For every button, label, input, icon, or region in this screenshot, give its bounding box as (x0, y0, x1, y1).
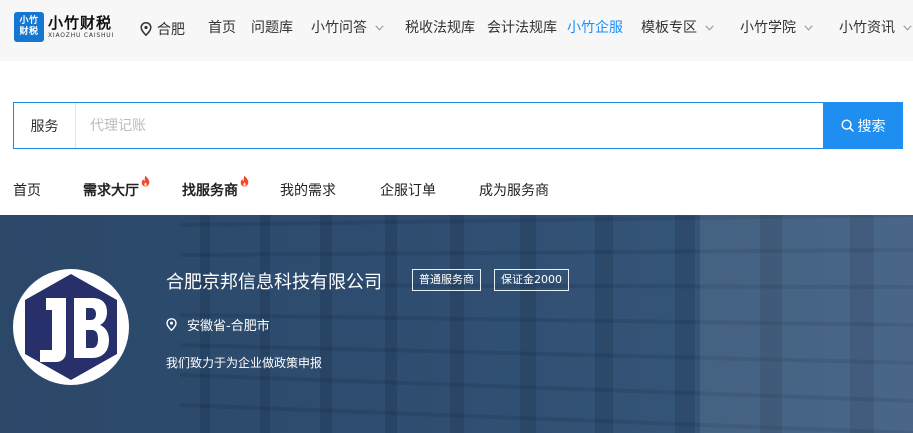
search-category-selector[interactable]: 服务 (14, 103, 76, 148)
provider-type-badge: 普通服务商 (412, 269, 481, 291)
subnav-home[interactable]: 首页 (13, 182, 41, 200)
company-banner: 合肥京邦信息科技有限公司 普通服务商 保证金2000 安徽省-合肥市 我们致力于… (0, 215, 913, 433)
search-button-label: 搜索 (857, 118, 886, 135)
search-button[interactable]: 搜索 (823, 102, 903, 149)
logo-text: 小竹财税 XIAOZHU CAISHUI (48, 14, 114, 40)
nav-academy[interactable]: 小竹学院 (740, 19, 813, 37)
subnav-service-orders-label: 企服订单 (380, 183, 436, 199)
nav-tax-law[interactable]: 税收法规库 (405, 19, 475, 37)
company-logo-mark (25, 274, 117, 380)
subnav-demand-hall[interactable]: 需求大厅 (83, 175, 150, 200)
chevron-down-icon (375, 25, 384, 31)
nav-accounting-law-label: 会计法规库 (487, 20, 557, 36)
nav-news-label: 小竹资讯 (839, 20, 895, 36)
nav-academy-label: 小竹学院 (740, 20, 796, 36)
nav-home-label: 首页 (208, 20, 236, 36)
subnav-become-provider-label: 成为服务商 (479, 183, 549, 199)
nav-qa[interactable]: 小竹问答 (311, 19, 384, 37)
subnav-find-provider-label: 找服务商 (182, 183, 238, 199)
logo-badge-line2: 财税 (19, 27, 39, 37)
nav-tax-law-label: 税收法规库 (405, 20, 475, 36)
subnav-find-provider[interactable]: 找服务商 (182, 175, 249, 200)
company-location: 安徽省-合肥市 (166, 315, 270, 334)
nav-qa-label: 小竹问答 (311, 20, 367, 36)
logo-name-en: XIAOZHU CAISHUI (48, 32, 115, 39)
chevron-down-icon (705, 25, 714, 31)
subnav-my-demands[interactable]: 我的需求 (280, 182, 336, 200)
chevron-down-icon (903, 25, 912, 31)
nav-news[interactable]: 小竹资讯 (839, 19, 912, 37)
subnav-become-provider[interactable]: 成为服务商 (479, 182, 549, 200)
nav-accounting-law[interactable]: 会计法规库 (487, 19, 557, 37)
deposit-badge: 保证金2000 (494, 269, 569, 291)
subnav-my-demands-label: 我的需求 (280, 183, 336, 199)
chevron-down-icon (804, 25, 813, 31)
logo-badge: 小竹 财税 (14, 12, 44, 42)
nav-home[interactable]: 首页 (208, 19, 236, 37)
search-input[interactable] (76, 103, 823, 148)
company-name: 合肥京邦信息科技有限公司 (166, 272, 382, 293)
nav-templates-label: 模板专区 (641, 20, 697, 36)
nav-enterprise-service-label: 小竹企服 (567, 20, 623, 36)
company-location-label: 安徽省-合肥市 (187, 319, 270, 334)
company-logo (13, 269, 129, 385)
city-label: 合肥 (157, 22, 185, 38)
location-pin-icon (140, 22, 152, 36)
nav-question-bank-label: 问题库 (251, 20, 293, 36)
location-pin-icon (166, 318, 177, 331)
company-description: 我们致力于为企业做政策申报 (166, 356, 323, 370)
logo-badge-line1: 小竹 (19, 16, 39, 26)
subnav-home-label: 首页 (13, 183, 41, 199)
nav-enterprise-service[interactable]: 小竹企服 (567, 19, 623, 37)
subnav-service-orders[interactable]: 企服订单 (380, 182, 436, 200)
nav-question-bank[interactable]: 问题库 (251, 19, 293, 37)
city-selector[interactable]: 合肥 (140, 19, 185, 39)
subnav-demand-hall-label: 需求大厅 (83, 183, 139, 199)
search-icon (840, 119, 854, 132)
nav-templates[interactable]: 模板专区 (641, 19, 714, 37)
top-navigation-bar: 小竹 财税 小竹财税 XIAOZHU CAISHUI 合肥 首页 问题库 小竹问… (0, 0, 913, 61)
building-background-image (0, 215, 913, 433)
logo-name: 小竹财税 (48, 14, 113, 32)
fire-icon (240, 175, 249, 187)
search-bar: 服务 (13, 102, 823, 149)
site-logo[interactable]: 小竹 财税 小竹财税 XIAOZHU CAISHUI (14, 12, 114, 42)
search-category-label: 服务 (30, 118, 59, 135)
fire-icon (141, 175, 150, 187)
